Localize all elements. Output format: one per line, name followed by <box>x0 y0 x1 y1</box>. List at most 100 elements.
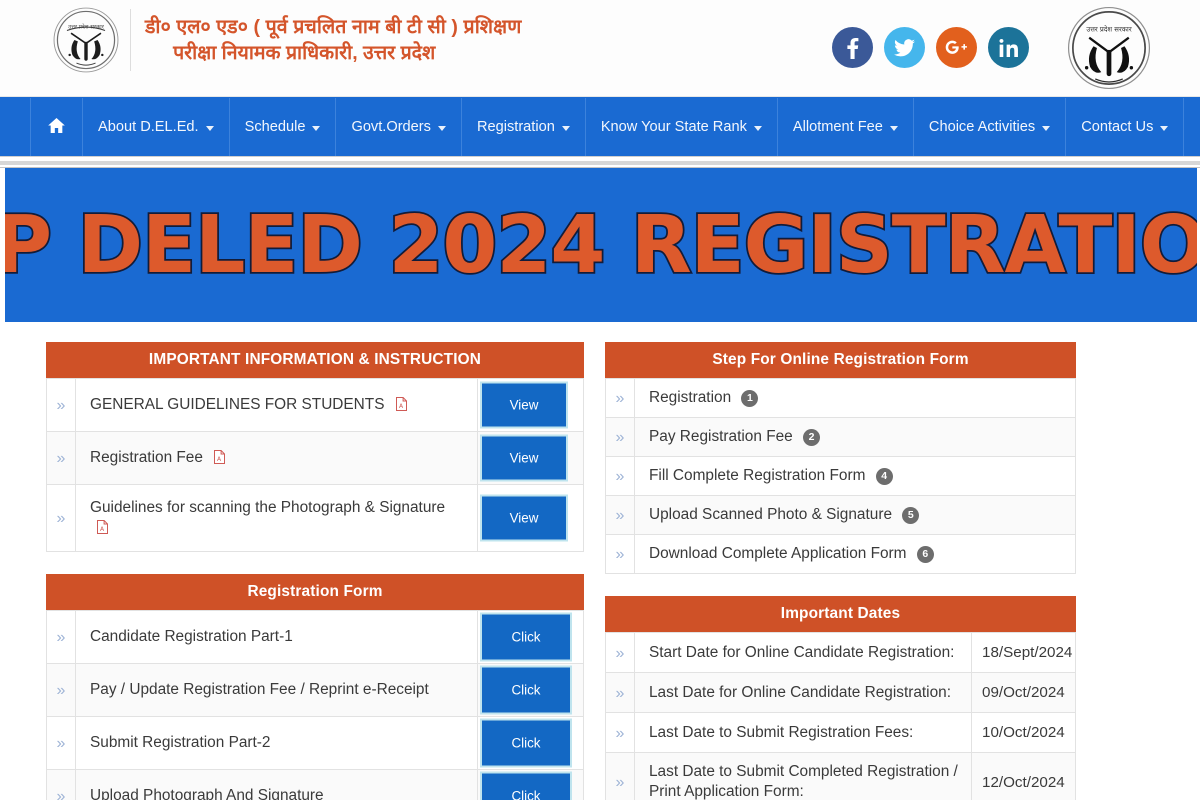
table-row[interactable]: » Guidelines for scanning the Photograph… <box>46 483 584 553</box>
row-action-cell: View <box>477 431 584 485</box>
home-icon <box>48 117 65 137</box>
registration-form-table: » Candidate Registration Part-1 Click » … <box>46 610 584 800</box>
nav-item-home[interactable] <box>30 98 83 156</box>
row-marker-icon: » <box>46 663 76 718</box>
panel-heading: Step For Online Registration Form <box>605 342 1076 378</box>
row-label: Registration Fee A <box>75 431 478 485</box>
row-marker-icon: » <box>46 483 76 553</box>
row-marker-icon: » <box>605 377 635 419</box>
svg-text:उत्तर प्रदेश सरकार: उत्तर प्रदेश सरकार <box>1086 25 1131 34</box>
pdf-icon: A <box>214 449 226 464</box>
row-label: Last Date for Online Candidate Registrat… <box>634 672 972 714</box>
row-label-text: Upload Scanned Photo & Signature <box>649 506 893 524</box>
table-row[interactable]: » Download Complete Application Form 6 <box>605 534 1076 575</box>
row-label: Pay / Update Registration Fee / Reprint … <box>75 663 478 718</box>
svg-text:उत्तर प्रदेश सरकार: उत्तर प्रदेश सरकार <box>68 23 105 30</box>
steps-table: » Registration 1 » Pay Registration Fee … <box>605 377 1076 575</box>
nav-item-know-your-state-rank[interactable]: Know Your State Rank <box>586 98 778 156</box>
row-label: Last Date to Submit Registration Fees: <box>634 712 972 754</box>
page-banner: UP DELED 2024 REGISTRATION <box>5 168 1197 322</box>
table-row[interactable]: » Upload Scanned Photo & Signature 5 <box>605 495 1076 536</box>
table-row[interactable]: » GENERAL GUIDELINES FOR STUDENTS A View <box>46 378 584 432</box>
panel-heading: IMPORTANT INFORMATION & INSTRUCTION <box>46 342 584 378</box>
uttar-pradesh-emblem-icon: उत्तर प्रदेश सरकार <box>52 6 120 74</box>
nav-item-contact-us[interactable]: Contact Us <box>1066 98 1185 156</box>
table-row[interactable]: » Upload Photograph And Signature Click <box>46 769 584 800</box>
pdf-icon: A <box>97 520 108 535</box>
chevron-down-icon <box>561 125 570 131</box>
row-action-cell: View <box>477 483 584 553</box>
click-button[interactable]: Click <box>480 771 572 800</box>
row-date-value: 09/Oct/2024 <box>971 672 1076 714</box>
row-marker-icon: » <box>605 495 635 536</box>
step-badge: 5 <box>902 507 920 525</box>
nav-item-govt-orders[interactable]: Govt.Orders <box>336 98 462 156</box>
google-plus-icon[interactable] <box>936 27 977 68</box>
panel-heading: Important Dates <box>605 596 1076 633</box>
row-action-cell: Click <box>477 769 584 800</box>
table-row[interactable]: » Candidate Registration Part-1 Click <box>46 610 584 665</box>
table-row[interactable]: » Pay Registration Fee 2 <box>605 417 1076 458</box>
step-badge: 2 <box>803 429 820 447</box>
step-badge: 1 <box>741 390 759 408</box>
row-marker-icon: » <box>46 610 76 665</box>
table-row: » Start Date for Online Candidate Regist… <box>605 632 1076 674</box>
table-row: » Last Date to Submit Completed Registra… <box>605 752 1076 800</box>
row-label-text: Pay Registration Fee <box>649 428 793 446</box>
social-links <box>832 27 1029 68</box>
click-button[interactable]: Click <box>480 612 572 662</box>
row-label-text: Registration <box>649 389 732 406</box>
row-label: Last Date to Submit Completed Registrati… <box>634 752 972 800</box>
nav-item-allotment-fee[interactable]: Allotment Fee <box>778 98 914 156</box>
panel-heading: Registration Form <box>46 574 584 611</box>
row-marker-icon: » <box>605 752 635 800</box>
row-label: Fill Complete Registration Form 4 <box>634 456 1076 497</box>
nav-item-about-deled[interactable]: About D.EL.Ed. <box>83 98 230 156</box>
row-label-text: GENERAL GUIDELINES FOR STUDENTS <box>90 395 385 413</box>
nav-label: Govt.Orders <box>351 119 431 135</box>
important-dates-table: » Start Date for Online Candidate Regist… <box>605 632 1076 800</box>
view-button[interactable]: View <box>480 381 568 429</box>
facebook-icon[interactable] <box>832 27 873 68</box>
chevron-down-icon <box>312 125 321 131</box>
nav-label: Registration <box>476 119 555 135</box>
nav-item-choice-activities[interactable]: Choice Activities <box>914 98 1067 156</box>
step-badge: 4 <box>875 468 893 486</box>
header-title-line1: डी० एल० एड० ( पूर्व प्रचलित नाम बी टी सी… <box>145 15 522 38</box>
row-marker-icon: » <box>605 712 635 754</box>
main-navigation: About D.EL.Ed. Schedule Govt.Orders Regi… <box>0 97 1200 156</box>
nav-item-schedule[interactable]: Schedule <box>230 98 337 156</box>
table-row[interactable]: » Pay / Update Registration Fee / Reprin… <box>46 663 584 718</box>
linkedin-icon[interactable] <box>988 27 1029 68</box>
panel-important-information: IMPORTANT INFORMATION & INSTRUCTION » GE… <box>46 342 600 553</box>
row-date-value: 12/Oct/2024 <box>971 752 1076 800</box>
nav-item-registration[interactable]: Registration <box>462 98 586 156</box>
row-marker-icon: » <box>46 716 76 771</box>
panel-steps-for-online-registration: Step For Online Registration Form » Regi… <box>605 342 1200 575</box>
table-row: » Last Date to Submit Registration Fees:… <box>605 712 1076 754</box>
table-row[interactable]: » Registration 1 <box>605 377 1076 419</box>
row-label: Upload Photograph And Signature <box>75 769 478 800</box>
chevron-down-icon <box>1160 125 1169 131</box>
row-marker-icon: » <box>46 431 76 485</box>
table-row[interactable]: » Fill Complete Registration Form 4 <box>605 456 1076 497</box>
row-label: Submit Registration Part-2 <box>75 716 478 771</box>
step-badge: 6 <box>916 546 934 564</box>
click-button[interactable]: Click <box>480 665 572 715</box>
chevron-down-icon <box>889 125 898 131</box>
site-header: उत्तर प्रदेश सरकार डी० एल० एड० ( पूर्व प… <box>0 0 1200 97</box>
view-button[interactable]: View <box>480 494 568 542</box>
panel-important-dates: Important Dates » Start Date for Online … <box>605 596 1200 800</box>
row-marker-icon: » <box>46 378 76 432</box>
twitter-icon[interactable] <box>884 27 925 68</box>
chevron-down-icon <box>753 125 762 131</box>
chevron-down-icon <box>1042 125 1051 131</box>
table-row[interactable]: » Submit Registration Part-2 Click <box>46 716 584 771</box>
page-title: UP DELED 2024 REGISTRATION <box>5 198 1197 291</box>
view-button[interactable]: View <box>480 434 568 482</box>
nav-label: Know Your State Rank <box>600 119 747 135</box>
table-row[interactable]: » Registration Fee A View <box>46 431 584 485</box>
row-label: Pay Registration Fee 2 <box>634 417 1076 458</box>
row-label: Upload Scanned Photo & Signature 5 <box>634 495 1076 536</box>
click-button[interactable]: Click <box>480 718 572 768</box>
